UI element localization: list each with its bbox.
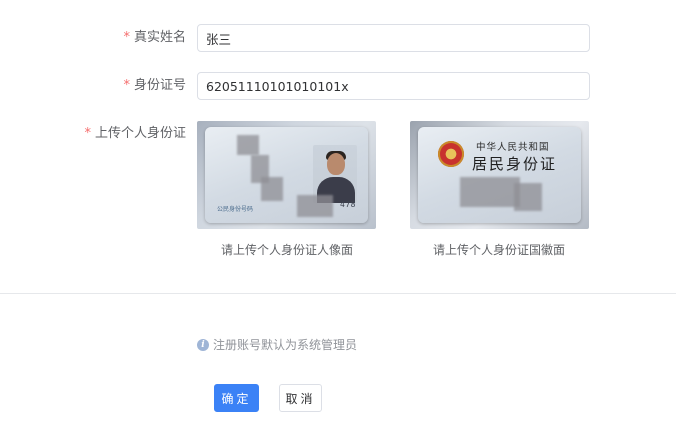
id-front-upload[interactable]: 公民身份号码 478: [197, 121, 376, 229]
id-number-input[interactable]: [197, 72, 590, 100]
real-name-label: * 真实姓名: [123, 30, 186, 45]
confirm-button[interactable]: 确定: [214, 384, 259, 412]
id-number-fragment: 478: [340, 200, 356, 209]
section-divider: [0, 293, 676, 294]
id-number-label: * 身份证号: [123, 78, 186, 93]
id-card-back-image: 中华人民共和国 居民身份证: [418, 127, 581, 223]
card-type-title: 居民身份证: [472, 155, 558, 173]
upload-id-label: * 上传个人身份证: [84, 126, 186, 141]
cancel-button[interactable]: 取消: [279, 384, 322, 412]
id-card-front-image: 公民身份号码 478: [205, 127, 368, 223]
national-emblem-icon: [438, 141, 464, 167]
info-icon: i: [197, 338, 209, 351]
required-mark: *: [123, 30, 130, 45]
card-country-title: 中华人民共和国: [476, 142, 550, 153]
required-mark: *: [84, 126, 91, 141]
front-upload-caption: 请上传个人身份证人像面: [221, 243, 354, 257]
real-name-input[interactable]: [197, 24, 590, 52]
id-back-upload[interactable]: 中华人民共和国 居民身份证: [410, 121, 589, 229]
id-number-caption-text: 公民身份号码: [217, 206, 254, 213]
required-mark: *: [123, 78, 130, 93]
admin-hint: i 注册账号默认为系统管理员: [197, 336, 357, 353]
admin-hint-text: 注册账号默认为系统管理员: [213, 338, 358, 352]
back-upload-caption: 请上传个人身份证国徽面: [433, 243, 566, 257]
